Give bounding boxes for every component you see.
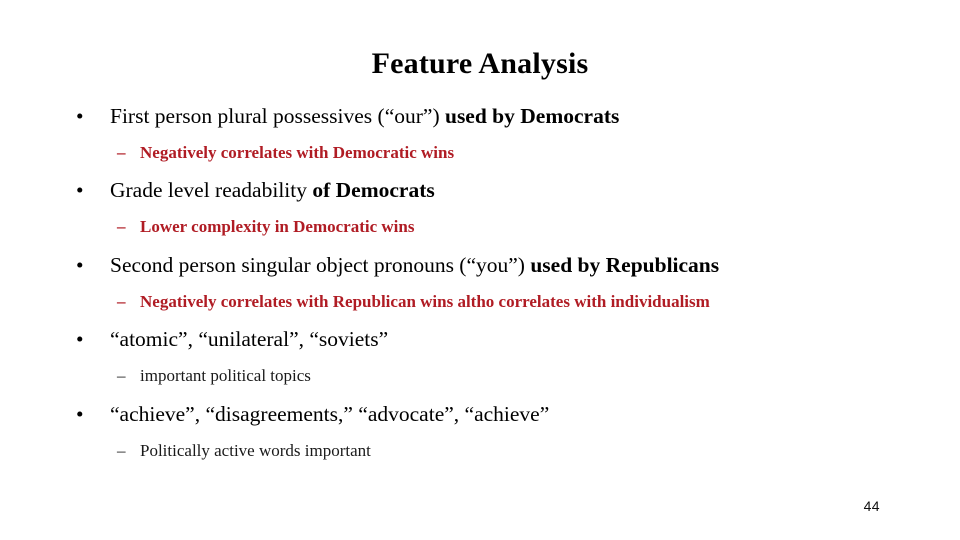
bullet-text-regular: First person plural possessives (“our”)	[110, 104, 445, 128]
bullet-item-2: • Grade level readability of Democrats	[0, 178, 960, 204]
bullet-text-regular: Grade level readability	[110, 178, 313, 203]
bullet-text-1: First person plural possessives (“our”) …	[110, 104, 619, 128]
page-number: 44	[863, 498, 880, 514]
dash-marker-icon: –	[117, 366, 126, 386]
bullet-marker-icon: •	[76, 104, 84, 128]
bullet-text-bold: used by Democrats	[444, 104, 620, 128]
bullet-marker-icon: •	[76, 401, 84, 426]
page-title: Feature Analysis	[371, 47, 589, 80]
bullet-text-bold: of Democrats	[312, 178, 435, 203]
bullet-marker-icon: •	[76, 252, 84, 277]
sub-bullet-item-4: – important political topics	[0, 366, 960, 386]
bullet-marker-icon: •	[76, 327, 84, 352]
sub-bullet-text-3: Negatively correlates with Republican wi…	[140, 291, 710, 311]
presentation-slide: Feature Analysis • First person plural p…	[0, 0, 960, 540]
bullet-group-1: • First person plural possessives (“our”…	[0, 104, 960, 163]
sub-bullet-text-2: Lower complexity in Democratic wins	[140, 217, 415, 237]
bullet-item-1: • First person plural possessives (“our”…	[0, 104, 960, 130]
sub-bullet-text-5: Politically active words important	[140, 440, 371, 460]
bullet-text-regular: “atomic”, “unilateral”, “soviets”	[110, 327, 389, 352]
dash-marker-icon: –	[117, 291, 126, 311]
dash-marker-icon: –	[117, 440, 126, 460]
dash-marker-icon: –	[117, 217, 126, 237]
sub-bullet-text-1: Negatively correlates with Democratic wi…	[140, 143, 455, 162]
dash-marker-icon: –	[117, 143, 126, 162]
bullet-text-regular: “achieve”, “disagreements,” “advocate”, …	[110, 401, 550, 426]
sub-bullet-item-1: – Negatively correlates with Democratic …	[0, 143, 960, 163]
sub-bullet-item-3: – Negatively correlates with Republican …	[0, 292, 960, 312]
bullet-group-2: • Grade level readability of Democrats –…	[0, 178, 960, 237]
bullet-item-4: • “atomic”, “unilateral”, “soviets”	[0, 327, 960, 353]
sub-bullet-item-2: – Lower complexity in Democratic wins	[0, 217, 960, 237]
bullet-group-3: • Second person singular object pronouns…	[0, 253, 960, 312]
bullet-item-3: • Second person singular object pronouns…	[0, 253, 960, 279]
bullet-item-5: • “achieve”, “disagreements,” “advocate”…	[0, 402, 960, 428]
bullet-text-regular: Second person singular object pronouns (…	[110, 252, 531, 277]
bullet-group-5: • “achieve”, “disagreements,” “advocate”…	[0, 402, 960, 461]
bullet-group-4: • “atomic”, “unilateral”, “soviets” – im…	[0, 327, 960, 386]
bullet-text-bold: used by Republicans	[530, 252, 720, 277]
bullet-text-5: “achieve”, “disagreements,” “advocate”, …	[110, 402, 549, 426]
bullet-list: • First person plural possessives (“our”…	[0, 104, 960, 461]
sub-bullet-text-4: important political topics	[140, 366, 311, 386]
bullet-text-3: Second person singular object pronouns (…	[110, 253, 719, 277]
bullet-text-2: Grade level readability of Democrats	[110, 178, 435, 202]
sub-bullet-item-5: – Politically active words important	[0, 441, 960, 461]
bullet-text-4: “atomic”, “unilateral”, “soviets”	[110, 327, 388, 351]
bullet-marker-icon: •	[76, 178, 84, 203]
